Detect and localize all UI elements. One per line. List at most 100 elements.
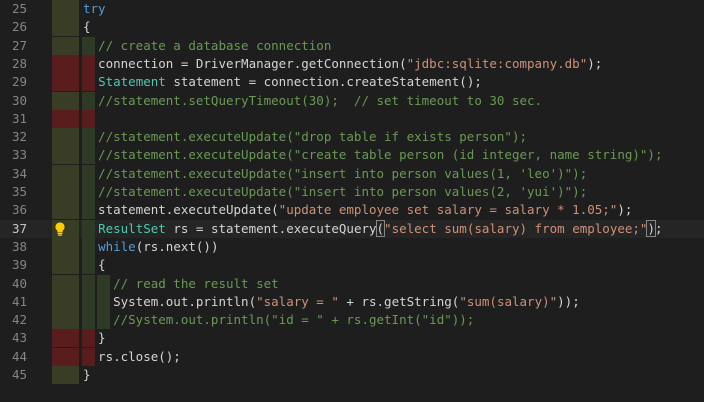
line-number: 26 (11, 19, 27, 35)
line-number: 33 (11, 147, 27, 163)
code-line[interactable]: 40 // read the result set (0, 274, 704, 293)
code-line[interactable]: 27 // create a database connection (0, 36, 704, 55)
line-number: 45 (11, 367, 27, 382)
code-text[interactable]: { (83, 18, 91, 36)
line-number: 38 (11, 238, 27, 254)
code-text[interactable]: ResultSet rs = statement.executeQuery("s… (83, 219, 663, 238)
code-text[interactable]: //statement.executeUpdate("insert into p… (83, 165, 587, 183)
code-token: ); (587, 55, 603, 71)
code-text[interactable]: //statement.executeUpdate("insert into p… (83, 183, 587, 201)
code-line[interactable]: 26 { (0, 18, 704, 37)
line-number: 40 (11, 275, 27, 291)
code-token: ) (646, 219, 656, 237)
code-line[interactable]: 29 Statement statement = connection.crea… (0, 73, 704, 92)
code-line[interactable]: 35 //statement.executeUpdate("insert int… (0, 183, 704, 201)
code-token: while (98, 238, 136, 254)
code-token: + rs.getString( (338, 293, 460, 309)
code-token: ); (617, 202, 633, 218)
code-token: connection = DriverManager.getConnection… (83, 55, 407, 71)
code-text[interactable]: } (83, 329, 106, 347)
gutter-marker (52, 237, 79, 256)
code-text[interactable]: { (83, 256, 106, 274)
code-token: "sum(salary)" (459, 293, 558, 309)
line-number: 36 (11, 202, 27, 218)
code-line[interactable]: 37 ResultSet rs = statement.executeQuery… (0, 219, 704, 238)
code-token: rs.close(); (83, 348, 181, 364)
line-number: 28 (11, 55, 27, 71)
code-text[interactable]: // read the result set (83, 275, 279, 293)
code-token: ResultSet (98, 220, 166, 236)
code-line[interactable]: 45} (0, 366, 704, 384)
code-text[interactable]: try (83, 0, 106, 18)
code-token: "select sum(salary) from employee;" (384, 220, 648, 236)
gutter-marker (52, 18, 79, 37)
code-text[interactable]: //statement.executeUpdate("create table … (83, 146, 662, 164)
gutter-marker (52, 128, 79, 147)
code-token: //statement.executeUpdate("create table … (83, 147, 663, 163)
code-line[interactable]: 28 connection = DriverManager.getConnect… (0, 54, 704, 73)
code-text[interactable]: connection = DriverManager.getConnection… (83, 55, 602, 73)
code-token: ( (375, 219, 385, 237)
line-number: 44 (11, 348, 27, 364)
code-token: // create a database connection (83, 37, 332, 53)
code-token: System.out.println( (83, 293, 257, 309)
code-line[interactable]: 42 //System.out.println("id = " + rs.get… (0, 311, 704, 330)
code-line[interactable]: 31 (0, 109, 704, 128)
gutter-marker (52, 201, 79, 220)
gutter-marker (52, 73, 79, 92)
code-token: try (83, 1, 106, 16)
code-line[interactable]: 38 while(rs.next()) (0, 237, 704, 256)
code-line[interactable]: 30 //statement.setQueryTimeout(30); // s… (0, 91, 704, 110)
code-line[interactable]: 32 //statement.executeUpdate("drop table… (0, 128, 704, 147)
code-token: "salary = " (256, 293, 339, 309)
code-token: statement = connection.createStatement()… (165, 74, 482, 90)
code-text[interactable]: // create a database connection (83, 37, 331, 55)
code-token: statement.executeUpdate( (83, 202, 279, 218)
code-editor[interactable]: 25 try 26 {27 // create a database connecti… (0, 0, 704, 402)
lightbulb-icon[interactable] (53, 221, 67, 237)
code-line[interactable]: 43 } (0, 329, 704, 348)
gutter-marker (52, 164, 79, 183)
line-number: 31 (11, 110, 27, 126)
code-token: //System.out.println("id = " + rs.getInt… (83, 312, 475, 328)
gutter-marker (52, 109, 79, 128)
line-number: 34 (11, 165, 27, 181)
code-token: Statement (98, 74, 166, 90)
code-text[interactable]: //statement.setQueryTimeout(30); // set … (83, 92, 542, 110)
code-text[interactable]: //statement.executeUpdate("drop table if… (83, 128, 527, 146)
code-line[interactable]: 36 statement.executeUpdate("update emplo… (0, 201, 704, 220)
code-line[interactable]: 25 try (0, 0, 704, 18)
line-number: 42 (11, 312, 27, 328)
code-text[interactable]: while(rs.next()) (83, 238, 219, 256)
code-token: (rs.next()) (135, 238, 219, 254)
code-text[interactable]: Statement statement = connection.createS… (83, 73, 482, 91)
line-number: 41 (11, 293, 27, 309)
code-text[interactable]: statement.executeUpdate("update employee… (83, 201, 632, 219)
line-number: 25 (11, 1, 27, 16)
code-text[interactable]: //System.out.println("id = " + rs.getInt… (83, 311, 474, 329)
code-line[interactable]: 39 { (0, 256, 704, 275)
line-number: 29 (11, 74, 27, 90)
gutter-marker (52, 311, 79, 330)
gutter-marker (52, 183, 79, 201)
line-number: 43 (11, 330, 27, 346)
gutter-marker (52, 347, 79, 366)
code-line[interactable]: 33 //statement.executeUpdate("create tab… (0, 146, 704, 165)
code-text[interactable]: rs.close(); (83, 348, 181, 366)
code-line[interactable]: 34 //statement.executeUpdate("insert int… (0, 164, 704, 183)
code-text[interactable]: System.out.println("salary = " + rs.getS… (83, 293, 580, 311)
code-token: //statement.executeUpdate("insert into p… (83, 165, 588, 181)
line-number: 39 (11, 257, 27, 273)
line-number: 32 (11, 129, 27, 145)
indent-guide (82, 109, 95, 128)
code-token: } (83, 330, 106, 346)
code-line[interactable]: 41 System.out.println("salary = " + rs.g… (0, 292, 704, 311)
line-number: 35 (11, 184, 27, 199)
gutter-marker (52, 91, 79, 110)
code-token: { (83, 257, 106, 273)
code-token: "update employee set salary = salary * 1… (278, 202, 618, 218)
gutter-marker (52, 292, 79, 311)
code-text[interactable]: } (83, 366, 91, 384)
code-line[interactable]: 44 rs.close(); (0, 347, 704, 366)
